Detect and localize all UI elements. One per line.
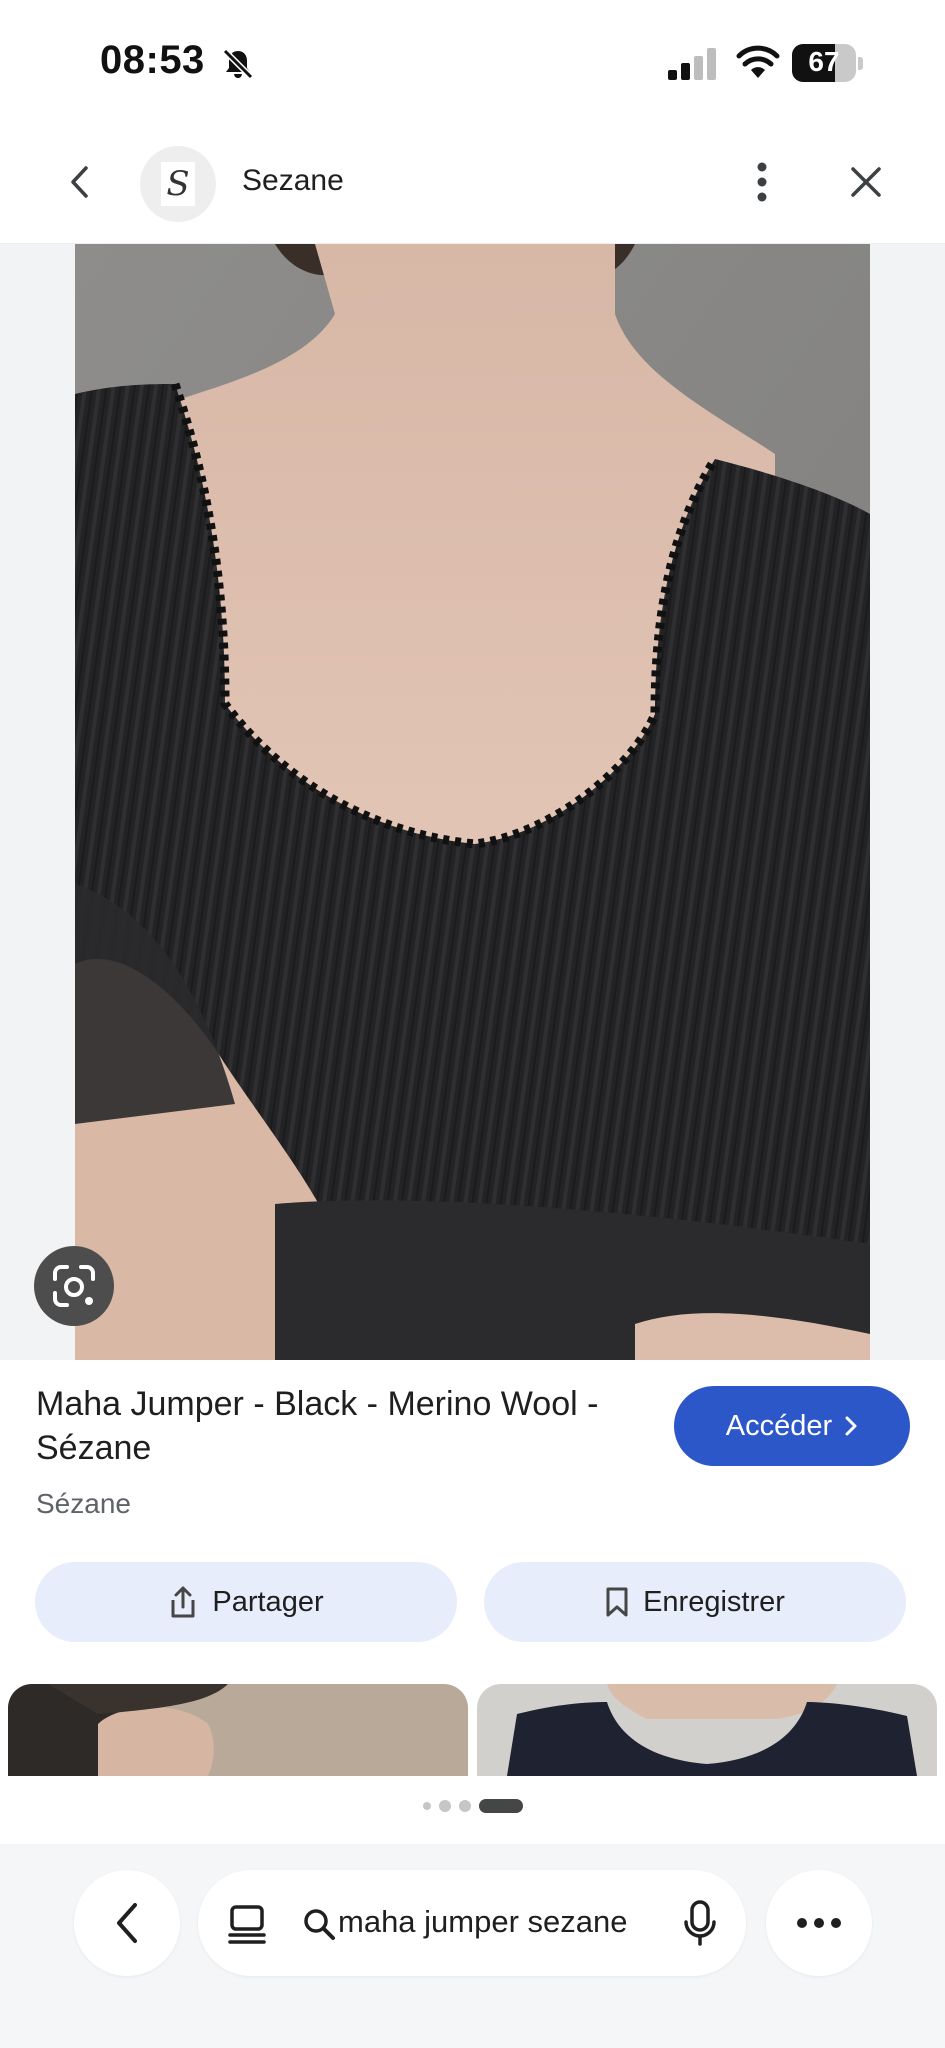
browser-back-button[interactable] (74, 1870, 180, 1976)
bell-slash-icon (222, 48, 254, 80)
visit-button[interactable]: Accéder (674, 1386, 910, 1466)
product-title[interactable]: Maha Jumper - Black - Merino Wool - Séza… (36, 1382, 656, 1470)
microphone-icon[interactable] (682, 1900, 718, 1946)
site-name: Sezane (242, 164, 344, 197)
chevron-right-icon (845, 1416, 857, 1436)
save-button-label: Enregistrer (643, 1585, 785, 1618)
tabs-icon (228, 1905, 266, 1944)
cellular-signal-icon (668, 48, 716, 80)
lens-button[interactable] (34, 1246, 114, 1326)
bottom-toolbar: maha jumper sezane (0, 1844, 945, 2048)
close-button[interactable] (842, 158, 890, 206)
share-icon (171, 1586, 195, 1618)
battery-percent: 67 (808, 46, 840, 77)
bookmark-icon (606, 1587, 628, 1617)
chevron-left-icon (71, 166, 88, 198)
related-thumbnail[interactable] (477, 1684, 937, 1776)
page-dot-active (478, 1799, 523, 1813)
image-viewer (0, 244, 945, 1360)
search-icon (304, 1909, 335, 1940)
site-logo: S (140, 146, 216, 222)
google-lens-icon (53, 1265, 95, 1307)
browser-menu-button[interactable] (766, 1870, 872, 1976)
more-options-button[interactable] (742, 156, 782, 208)
share-button-label: Partager (212, 1585, 324, 1618)
page-dot (422, 1802, 431, 1810)
related-thumbnail[interactable] (8, 1684, 468, 1776)
save-button[interactable]: Enregistrer (484, 1562, 906, 1642)
related-results (0, 1684, 945, 1776)
product-source: Sézane (36, 1488, 131, 1519)
more-vertical-icon (757, 162, 767, 202)
viewer-header: S Sezane (0, 120, 945, 244)
page-dot (438, 1800, 451, 1812)
wifi-icon (736, 45, 780, 78)
product-image[interactable] (75, 244, 870, 1360)
page-dot (458, 1800, 471, 1812)
battery-icon: 67 (792, 44, 864, 82)
visit-button-label: Accéder (725, 1409, 833, 1442)
back-button[interactable] (56, 158, 104, 206)
status-time: 08:53 (100, 38, 205, 82)
site-logo-letter: S (161, 162, 195, 206)
pagination-dots (0, 1796, 945, 1816)
search-bar[interactable]: maha jumper sezane (198, 1870, 746, 1976)
status-bar: 08:53 67 (0, 0, 945, 120)
search-query: maha jumper sezane (338, 1904, 628, 1939)
close-icon (851, 167, 881, 197)
chevron-left-icon (117, 1903, 137, 1943)
share-button[interactable]: Partager (35, 1562, 457, 1642)
more-horizontal-icon (797, 1918, 841, 1928)
